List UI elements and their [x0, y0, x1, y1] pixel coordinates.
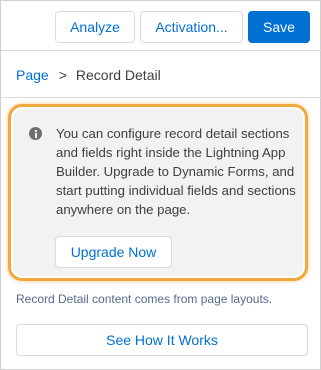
analyze-button[interactable]: Analyze: [55, 11, 135, 43]
page-layout-note: Record Detail content comes from page la…: [16, 292, 273, 306]
breadcrumb-current: Record Detail: [75, 66, 161, 83]
activation-button[interactable]: Activation...: [140, 11, 243, 43]
breadcrumb-separator: >: [58, 66, 67, 83]
toolbar: Analyze Activation... Save: [1, 1, 321, 51]
breadcrumb: Page > Record Detail: [1, 52, 321, 98]
upgrade-now-button[interactable]: Upgrade Now: [55, 236, 172, 268]
property-panel: Analyze Activation... Save Page > Record…: [0, 0, 321, 370]
dynamic-forms-info-card: You can configure record detail sections…: [13, 109, 303, 276]
see-how-it-works-button[interactable]: See How It Works: [16, 324, 308, 356]
info-icon: [29, 127, 42, 140]
info-message: You can configure record detail sections…: [56, 126, 296, 217]
breadcrumb-page-link[interactable]: Page: [16, 67, 49, 83]
save-button[interactable]: Save: [248, 11, 310, 43]
